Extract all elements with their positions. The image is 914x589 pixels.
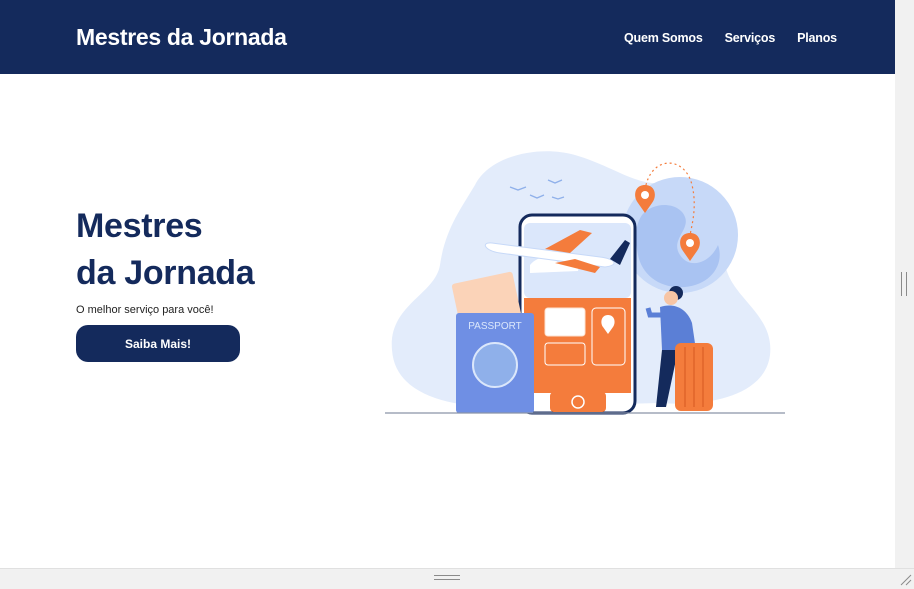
nav-link-quem-somos[interactable]: Quem Somos [624,31,703,45]
nav-link-servicos[interactable]: Serviços [725,31,776,45]
hero-subtitle: O melhor serviço para você! [76,304,214,316]
drag-handle-icon[interactable] [434,575,460,580]
saiba-mais-button[interactable]: Saiba Mais! [76,325,240,362]
time-card [544,342,586,366]
scroll-grip-icon[interactable] [901,272,907,296]
ticket-card [544,307,586,337]
travel-illustration: PASSPORT [385,151,785,415]
passport-label: PASSPORT [468,321,522,332]
confirm-button-shape [550,392,606,412]
navbar: Mestres da Jornada Quem Somos Serviços P… [0,0,895,74]
nav-link-planos[interactable]: Planos [797,31,837,45]
hero-title-line-2: da Jornada [76,254,255,292]
passport-globe-icon [472,342,518,388]
brand-logo-link[interactable]: Mestres da Jornada [76,24,287,51]
browser-viewport: Mestres da Jornada Quem Somos Serviços P… [0,0,895,568]
nav-links: Quem Somos Serviços Planos [624,31,837,45]
hero-title-line-1: Mestres [76,207,203,245]
hero-title: Mestres da Jornada [76,203,255,297]
resize-grip-icon[interactable] [898,572,912,586]
